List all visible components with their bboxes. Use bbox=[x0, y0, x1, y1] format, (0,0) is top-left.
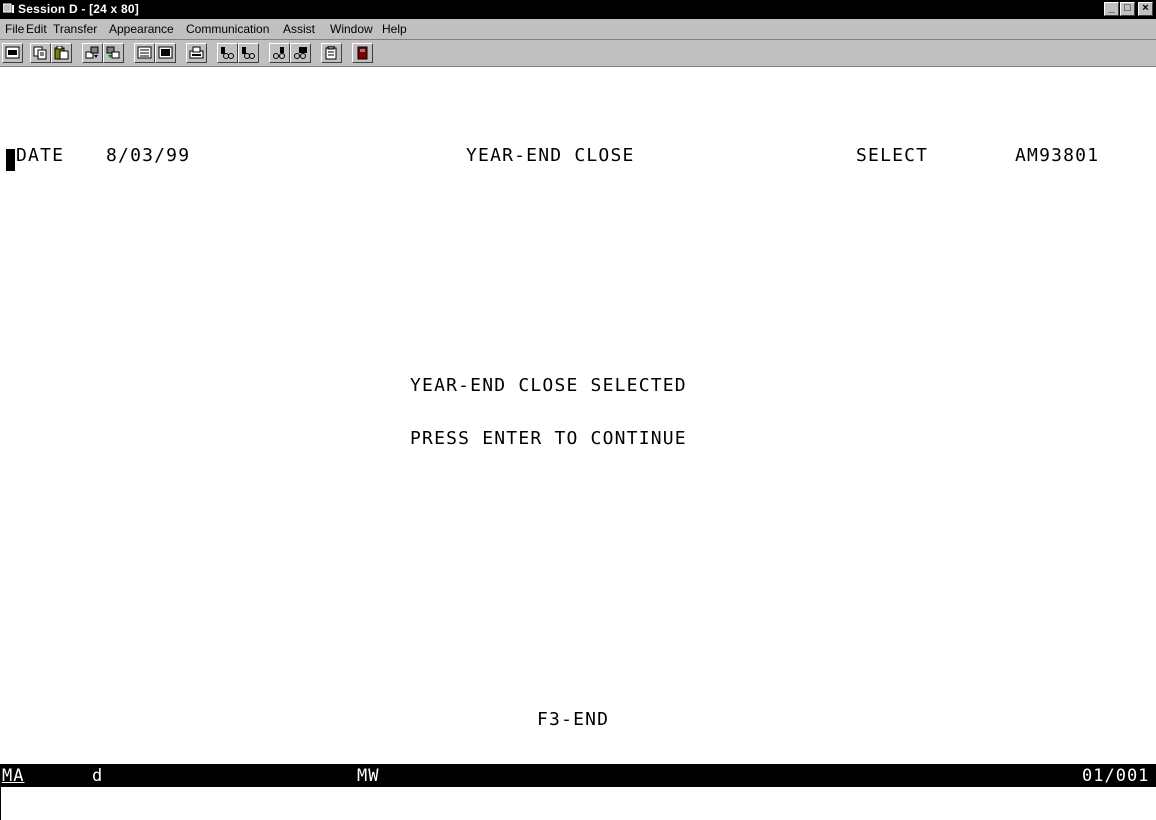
print-screen-icon bbox=[189, 46, 204, 59]
print-screen-button[interactable] bbox=[186, 43, 207, 63]
menu-edit[interactable]: Edit bbox=[26, 22, 47, 36]
screen-title: YEAR-END CLOSE bbox=[466, 145, 635, 166]
menu-transfer[interactable]: Transfer bbox=[53, 22, 97, 36]
macro-stop-button[interactable] bbox=[269, 43, 290, 63]
restore-icon: □ bbox=[1124, 2, 1131, 14]
message-continue: PRESS ENTER TO CONTINUE bbox=[410, 428, 687, 449]
minimize-icon: _ bbox=[1108, 2, 1115, 14]
copy-button[interactable] bbox=[30, 43, 51, 63]
send-file-button[interactable] bbox=[82, 43, 103, 63]
close-button[interactable]: × bbox=[1138, 2, 1153, 16]
system-menu-icon[interactable] bbox=[3, 3, 15, 15]
mode-indicator-mw: MW bbox=[357, 766, 380, 786]
macro-stop-icon bbox=[273, 47, 285, 59]
macro-play-icon bbox=[242, 47, 255, 59]
menu-assist[interactable]: Assist bbox=[283, 22, 315, 36]
receive-file-icon bbox=[106, 46, 120, 59]
program-id: AM93801 bbox=[1015, 145, 1100, 166]
macro-play-button[interactable] bbox=[238, 43, 259, 63]
copy-icon bbox=[33, 46, 47, 60]
title-bar: Session D - [24 x 80] _ □ × bbox=[0, 0, 1156, 19]
session-button[interactable] bbox=[2, 43, 23, 63]
display-setup-icon bbox=[158, 46, 173, 59]
close-icon: × bbox=[1142, 2, 1149, 14]
display-setup-button[interactable] bbox=[155, 43, 176, 63]
clipboard-button[interactable] bbox=[321, 43, 342, 63]
message-selected: YEAR-END CLOSE SELECTED bbox=[410, 375, 687, 396]
help-book-button[interactable] bbox=[352, 43, 373, 63]
send-file-icon bbox=[85, 46, 99, 59]
macro-record-icon bbox=[221, 47, 234, 59]
session-letter: d bbox=[92, 766, 104, 786]
toolbar bbox=[0, 40, 1156, 67]
macro-edit-button[interactable] bbox=[290, 43, 311, 63]
menu-communication[interactable]: Communication bbox=[186, 22, 269, 36]
menu-file[interactable]: File bbox=[5, 22, 24, 36]
cursor-position: 01/001 bbox=[1082, 766, 1150, 786]
receive-file-button[interactable] bbox=[103, 43, 124, 63]
window-title: Session D - [24 x 80] bbox=[18, 2, 139, 16]
function-key-f3[interactable]: F3-END bbox=[537, 709, 609, 730]
macro-edit-icon bbox=[294, 47, 307, 59]
menu-help[interactable]: Help bbox=[382, 22, 407, 36]
keypad-icon bbox=[137, 46, 152, 59]
session-icon bbox=[5, 46, 20, 59]
clipboard-icon bbox=[325, 46, 337, 60]
bottom-area bbox=[0, 787, 1156, 820]
macro-record-button[interactable] bbox=[217, 43, 238, 63]
menu-appearance[interactable]: Appearance bbox=[109, 22, 174, 36]
terminal-cursor bbox=[6, 149, 15, 171]
paste-icon bbox=[54, 46, 69, 60]
date-value: 8/03/99 bbox=[106, 145, 191, 166]
session-indicator: MA bbox=[2, 766, 25, 786]
terminal-screen[interactable]: DATE 8/03/99 YEAR-END CLOSE SELECT AM938… bbox=[0, 67, 1156, 764]
menu-window[interactable]: Window bbox=[330, 22, 373, 36]
help-book-icon bbox=[357, 46, 368, 60]
status-line: MA d MW 01/001 bbox=[0, 764, 1156, 787]
paste-button[interactable] bbox=[51, 43, 72, 63]
maximize-button[interactable]: □ bbox=[1120, 2, 1135, 16]
date-label: DATE bbox=[16, 145, 65, 166]
minimize-button[interactable]: _ bbox=[1104, 2, 1119, 16]
mode-indicator: SELECT bbox=[856, 145, 929, 166]
keypad-button[interactable] bbox=[134, 43, 155, 63]
menu-bar: File Edit Transfer Appearance Communicat… bbox=[0, 19, 1156, 40]
